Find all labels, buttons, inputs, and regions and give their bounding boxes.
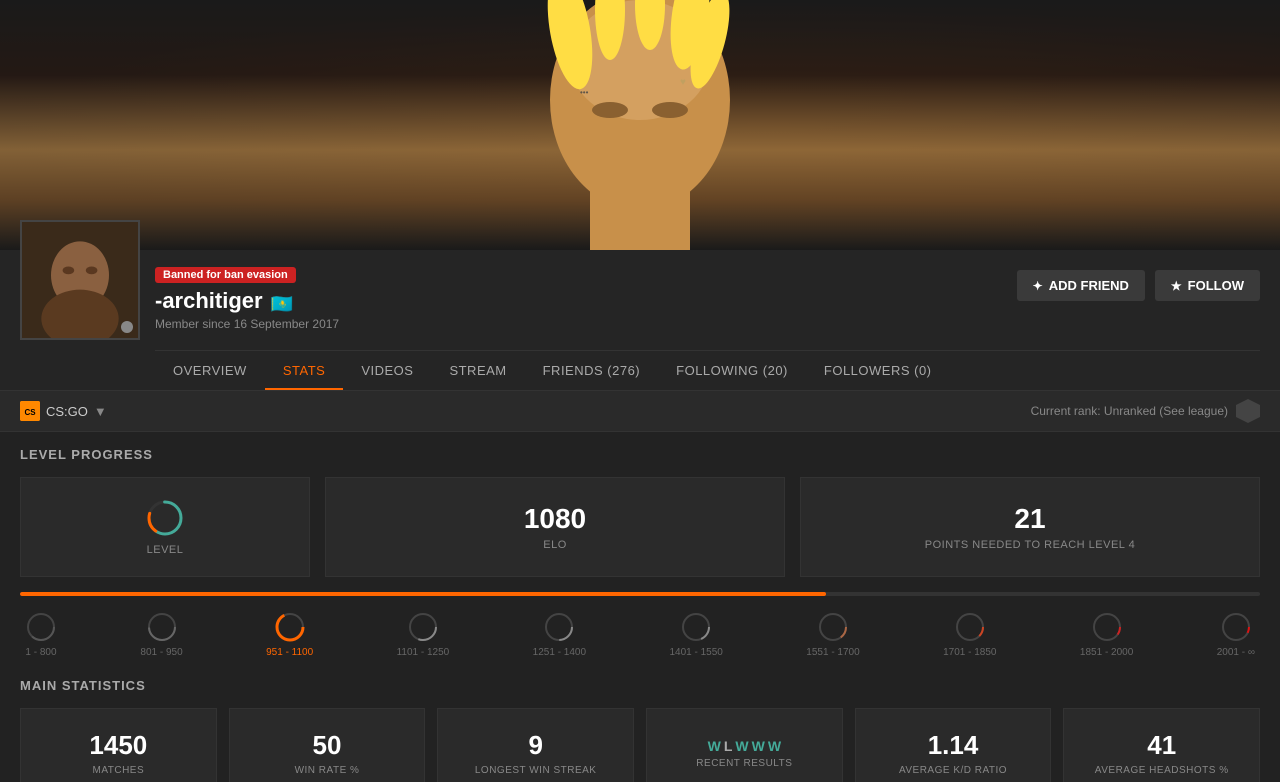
level-cards: LEVEL 1080 ELO 21 POINTS NEEDED TO REACH… [20,477,1260,577]
elo-range-2-label: 801 - 950 [140,647,182,658]
winrate-value: 50 [313,730,342,761]
stat-winrate: 50 WIN RATE % [229,708,426,782]
level-progress-title: LEVEL PROGRESS [20,447,1260,462]
elo-range-9-label: 1851 - 2000 [1080,647,1133,658]
tab-videos[interactable]: VIDEOS [343,351,431,390]
stats-cards: 1450 MATCHES 50 WIN RATE % 9 LONGEST WIN… [20,708,1260,782]
avatar [20,220,140,340]
profile-actions: ✦ ADD FRIEND ★ FOLLOW [1017,260,1260,301]
elo-value: 1080 [524,503,586,535]
elo-range-4: 1101 - 1250 [397,611,450,658]
elo-ranges: 1 - 800 801 - 950 951 - 1100 1101 - 1250… [20,611,1260,658]
tab-friends[interactable]: FRIENDS (276) [525,351,659,390]
tab-following[interactable]: FOLLOWING (20) [658,351,806,390]
elo-range-9: 1851 - 2000 [1080,611,1133,658]
headshots-value: 41 [1147,730,1176,761]
stat-matches: 1450 MATCHES [20,708,217,782]
kd-value: 1.14 [928,730,979,761]
hero-banner: ••• ♥ [0,0,1280,250]
follow-button[interactable]: ★ FOLLOW [1155,270,1260,301]
stat-winstreak: 9 LONGEST WIN STREAK [437,708,634,782]
level-label: LEVEL [147,544,184,556]
rank-info: Current rank: Unranked (See league) [1031,399,1260,423]
tab-stats[interactable]: STATS [265,351,343,390]
elo-range-2: 801 - 950 [140,611,182,658]
main-stats-section: MAIN STATISTICS 1450 MATCHES 50 WIN RATE… [20,678,1260,782]
avatar-image [22,222,138,338]
elo-range-7: 1551 - 1700 [806,611,859,658]
elo-range-3: 951 - 1100 [266,611,313,658]
matches-label: MATCHES [93,765,145,776]
kd-label: AVERAGE K/D RATIO [899,765,1007,776]
tab-overview[interactable]: OVERVIEW [155,351,265,390]
stat-recent-results: W L W W W RECENT RESULTS [646,708,843,782]
flag-icon: 🇰🇿 [271,294,291,308]
elo-progress-bar [20,592,1260,596]
profile-info: Banned for ban evasion -architiger 🇰🇿 Me… [155,260,1002,331]
elo-range-6-label: 1401 - 1550 [669,647,722,658]
elo-range-3-label: 951 - 1100 [266,647,313,658]
elo-range-7-label: 1551 - 1700 [806,647,859,658]
result-w2: W [735,738,748,754]
nav-tabs: OVERVIEW STATS VIDEOS STREAM FRIENDS (27… [155,350,1260,390]
level-gauge [145,498,185,538]
elo-range-5: 1251 - 1400 [533,611,586,658]
elo-range-10: 2001 - ∞ [1217,611,1255,658]
result-w3: W [752,738,765,754]
points-value: 21 [1014,503,1045,535]
username: -architiger 🇰🇿 [155,288,1002,314]
banned-badge: Banned for ban evasion [155,267,296,283]
elo-range-4-label: 1101 - 1250 [397,647,450,658]
progress-fill [20,592,826,596]
elo-card: 1080 ELO [325,477,785,577]
dropdown-icon: ▼ [94,404,107,419]
hero-background: ••• ♥ [0,0,1280,250]
result-w4: W [768,738,781,754]
elo-range-6: 1401 - 1550 [669,611,722,658]
level-card: LEVEL [20,477,310,577]
main-content: LEVEL PROGRESS LEVEL 1080 ELO [0,432,1280,782]
elo-range-8: 1701 - 1850 [943,611,996,658]
game-logo: CS [20,401,40,421]
profile-section: Banned for ban evasion -architiger 🇰🇿 Me… [0,250,1280,391]
svg-text:♥: ♥ [680,77,686,88]
winstreak-label: LONGEST WIN STREAK [475,765,597,776]
stat-headshots: 41 AVERAGE HEADSHOTS % [1063,708,1260,782]
svg-text:CS: CS [24,408,36,417]
elo-range-1: 1 - 800 [25,611,57,658]
recent-results-label: RECENT RESULTS [696,758,792,769]
member-since: Member since 16 September 2017 [155,317,1002,331]
star-icon: ★ [1171,279,1182,293]
recent-results-display: W L W W W [708,738,781,754]
level-progress-section: LEVEL PROGRESS LEVEL 1080 ELO [20,447,1260,658]
tab-followers[interactable]: FOLLOWERS (0) [806,351,950,390]
elo-range-5-label: 1251 - 1400 [533,647,586,658]
game-selector[interactable]: CS CS:GO ▼ [20,401,107,421]
elo-range-1-label: 1 - 800 [25,647,56,658]
elo-range-10-label: 2001 - ∞ [1217,647,1255,658]
points-card: 21 POINTS NEEDED TO REACH LEVEL 4 [800,477,1260,577]
points-label: POINTS NEEDED TO REACH LEVEL 4 [925,539,1135,551]
matches-value: 1450 [89,730,147,761]
online-indicator [121,321,133,333]
add-friend-button[interactable]: ✦ ADD FRIEND [1017,270,1145,301]
main-stats-title: MAIN STATISTICS [20,678,1260,693]
result-w1: W [708,738,721,754]
svg-text:•••: ••• [580,88,589,97]
elo-range-8-label: 1701 - 1850 [943,647,996,658]
avatar-wrapper [20,220,140,340]
winrate-label: WIN RATE % [295,765,360,776]
game-label: CS:GO [46,404,88,419]
add-friend-icon: ✦ [1033,279,1043,293]
elo-label: ELO [543,539,567,551]
stat-kd: 1.14 AVERAGE K/D RATIO [855,708,1052,782]
headshots-label: AVERAGE HEADSHOTS % [1095,765,1229,776]
result-l1: L [724,738,733,754]
game-bar: CS CS:GO ▼ Current rank: Unranked (See l… [0,391,1280,432]
rank-hexagon [1236,399,1260,423]
winstreak-value: 9 [528,730,542,761]
tab-stream[interactable]: STREAM [431,351,524,390]
